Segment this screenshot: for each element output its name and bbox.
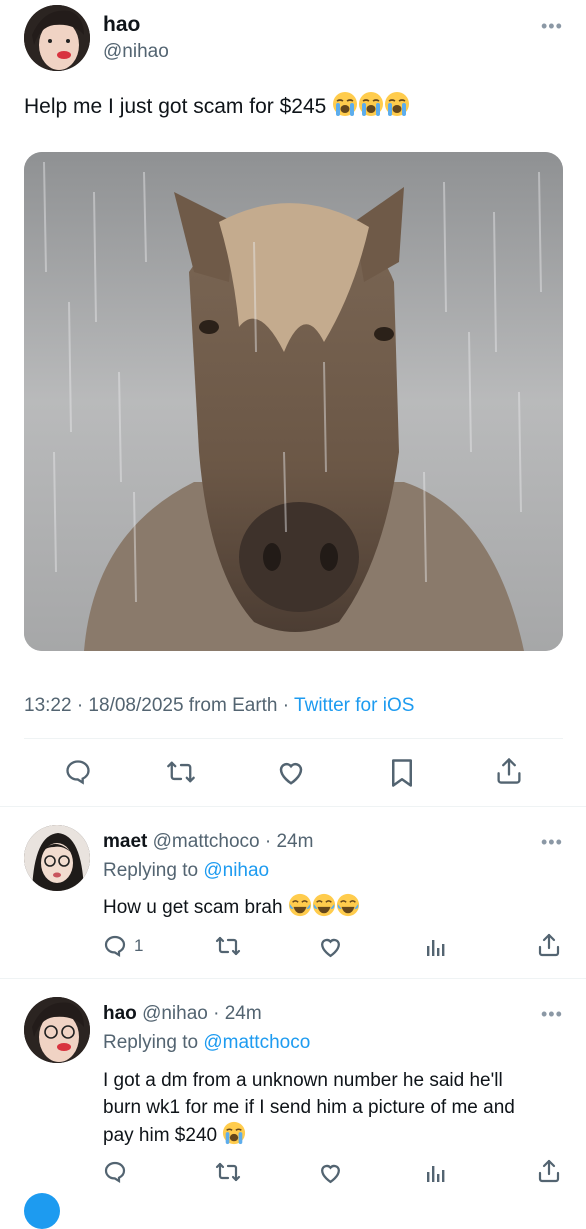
- more-options-icon[interactable]: •••: [541, 1005, 563, 1023]
- reply-avatar[interactable]: [24, 825, 90, 891]
- author-handle[interactable]: @nihao: [103, 41, 169, 63]
- reply-avatar[interactable]: [24, 997, 90, 1063]
- share-icon[interactable]: [537, 1158, 561, 1184]
- reply-author-handle[interactable]: @mattchoco: [153, 831, 260, 852]
- retweet-icon[interactable]: [166, 758, 196, 786]
- more-options-icon[interactable]: •••: [541, 833, 563, 851]
- share-icon[interactable]: [495, 756, 523, 786]
- compose-button-partial[interactable]: [24, 1193, 60, 1229]
- reply-author-handle[interactable]: @nihao: [142, 1003, 208, 1024]
- reply-time: · 24m: [207, 1003, 262, 1024]
- author-name[interactable]: hao: [103, 13, 140, 37]
- reply-count: 1: [134, 936, 144, 955]
- views-icon[interactable]: [424, 934, 448, 958]
- replying-to: Replying to @mattchoco: [103, 1032, 311, 1053]
- like-icon[interactable]: [318, 935, 343, 958]
- like-icon[interactable]: [318, 1161, 343, 1184]
- loudly-crying-face-icon: [222, 1121, 246, 1153]
- divider: [0, 978, 586, 979]
- reply-header: hao @nihao · 24m: [103, 1003, 262, 1025]
- tweet-text: Help me I just got scam for $245: [24, 91, 410, 123]
- face-with-tears-of-joy-icon: [312, 893, 336, 923]
- tweet-photo[interactable]: [24, 152, 563, 651]
- reply-text: I got a dm from a unknown number he said…: [103, 1067, 515, 1153]
- retweet-icon[interactable]: [215, 934, 241, 958]
- reply-author-name[interactable]: hao: [103, 1003, 137, 1024]
- like-icon[interactable]: [276, 758, 306, 786]
- horse-in-rain-image: [24, 152, 563, 651]
- loudly-crying-face-icon: [332, 91, 358, 123]
- reply-time: · 24m: [259, 831, 314, 852]
- divider: [24, 738, 563, 739]
- reply-text: How u get scam brah: [103, 893, 360, 923]
- loudly-crying-face-icon: [384, 91, 410, 123]
- more-options-icon[interactable]: •••: [541, 17, 563, 35]
- replying-to: Replying to @nihao: [103, 860, 270, 881]
- reply-icon[interactable]: [103, 934, 127, 958]
- replying-to-link[interactable]: @nihao: [203, 860, 269, 881]
- client-link[interactable]: Twitter for iOS: [294, 695, 414, 716]
- divider: [0, 806, 586, 807]
- bookmark-icon[interactable]: [389, 758, 415, 788]
- replying-to-link[interactable]: @mattchoco: [203, 1032, 310, 1053]
- loudly-crying-face-icon: [358, 91, 384, 123]
- face-with-tears-of-joy-icon: [288, 893, 312, 923]
- reply-header: maet @mattchoco · 24m: [103, 831, 313, 853]
- reply-author-name[interactable]: maet: [103, 831, 147, 852]
- views-icon[interactable]: [424, 1160, 448, 1184]
- share-icon[interactable]: [537, 932, 561, 958]
- tweet-meta: 13:22 · 18/08/2025 from Earth · Twitter …: [24, 695, 415, 716]
- author-avatar[interactable]: [24, 5, 90, 71]
- reply-icon[interactable]: [64, 758, 92, 786]
- retweet-icon[interactable]: [215, 1160, 241, 1184]
- reply-icon[interactable]: [103, 1160, 127, 1184]
- face-with-tears-of-joy-icon: [336, 893, 360, 923]
